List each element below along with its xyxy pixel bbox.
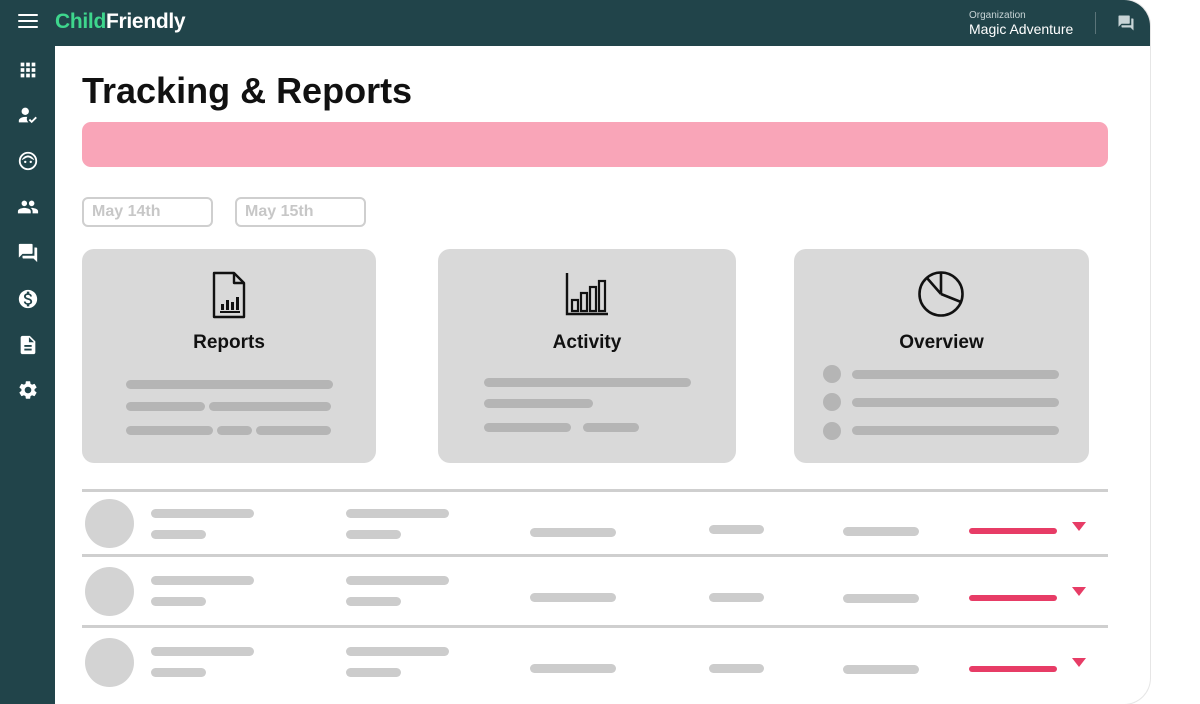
placeholder-line [484, 399, 593, 408]
organization-name[interactable]: Magic Adventure [969, 21, 1073, 37]
placeholder-line [484, 378, 691, 387]
placeholder-line [126, 380, 333, 389]
placeholder-line [852, 398, 1059, 407]
activity-card[interactable]: Activity [438, 249, 736, 463]
placeholder-line [843, 665, 919, 674]
placeholder-line [709, 525, 764, 534]
card-title: Activity [552, 332, 622, 353]
placeholder-line [346, 647, 449, 656]
placeholder-line [843, 594, 919, 603]
card-title: Overview [899, 332, 984, 353]
legend-dot [823, 393, 841, 411]
table-row[interactable] [82, 492, 1108, 556]
placeholder-line [151, 647, 254, 656]
messages-icon[interactable] [1117, 14, 1135, 32]
end-date-input[interactable] [235, 197, 366, 227]
table-row[interactable] [82, 628, 1108, 692]
card-title: Reports [193, 332, 265, 353]
status-bar [969, 595, 1057, 601]
grid-icon[interactable] [17, 59, 39, 81]
placeholder-line [583, 423, 639, 432]
top-bar: ChildFriendly Organization Magic Adventu… [0, 0, 1150, 46]
placeholder-line [530, 593, 616, 602]
document-icon[interactable] [17, 334, 39, 356]
people-icon[interactable] [17, 196, 39, 218]
placeholder-line [852, 426, 1059, 435]
placeholder-line [151, 668, 206, 677]
placeholder-line [217, 426, 252, 435]
placeholder-line [209, 402, 331, 411]
sidebar [0, 46, 55, 704]
bar-chart-icon [564, 271, 610, 322]
organization-label: Organization [969, 10, 1026, 21]
chevron-down-icon[interactable] [1072, 587, 1086, 596]
app-window: ChildFriendly Organization Magic Adventu… [0, 0, 1150, 704]
notice-banner [82, 122, 1108, 167]
placeholder-line [346, 509, 449, 518]
legend-dot [823, 365, 841, 383]
avatar [85, 567, 134, 616]
chevron-down-icon[interactable] [1072, 658, 1086, 667]
placeholder-line [709, 664, 764, 673]
placeholder-line [843, 527, 919, 536]
start-date-input[interactable] [82, 197, 213, 227]
placeholder-line [151, 597, 206, 606]
placeholder-line [346, 530, 401, 539]
page-title: Tracking & Reports [82, 70, 413, 111]
chat-icon[interactable] [17, 242, 39, 264]
pie-chart-icon [917, 270, 965, 323]
status-bar [969, 528, 1057, 534]
placeholder-line [151, 530, 206, 539]
report-document-icon [211, 271, 247, 324]
placeholder-line [151, 509, 254, 518]
placeholder-line [484, 423, 571, 432]
dollar-icon[interactable] [17, 288, 39, 310]
placeholder-line [346, 576, 449, 585]
placeholder-line [530, 528, 616, 537]
logo-part-friendly: Friendly [106, 10, 186, 33]
person-check-icon[interactable] [17, 104, 39, 126]
placeholder-line [346, 597, 401, 606]
child-face-icon[interactable] [17, 150, 39, 172]
avatar [85, 638, 134, 687]
gear-icon[interactable] [17, 379, 39, 401]
chevron-down-icon[interactable] [1072, 522, 1086, 531]
avatar [85, 499, 134, 548]
legend-dot [823, 422, 841, 440]
placeholder-line [126, 426, 213, 435]
table-row[interactable] [82, 557, 1108, 621]
placeholder-line [151, 576, 254, 585]
placeholder-line [126, 402, 205, 411]
header-divider [1095, 12, 1096, 34]
placeholder-line [256, 426, 331, 435]
placeholder-line [852, 370, 1059, 379]
logo-part-child: Child [55, 10, 106, 33]
overview-card[interactable]: Overview [794, 249, 1089, 463]
menu-icon[interactable] [18, 14, 38, 30]
placeholder-line [530, 664, 616, 673]
placeholder-line [346, 668, 401, 677]
placeholder-line [709, 593, 764, 602]
status-bar [969, 666, 1057, 672]
reports-card[interactable]: Reports [82, 249, 376, 463]
app-logo[interactable]: ChildFriendly [55, 10, 186, 34]
